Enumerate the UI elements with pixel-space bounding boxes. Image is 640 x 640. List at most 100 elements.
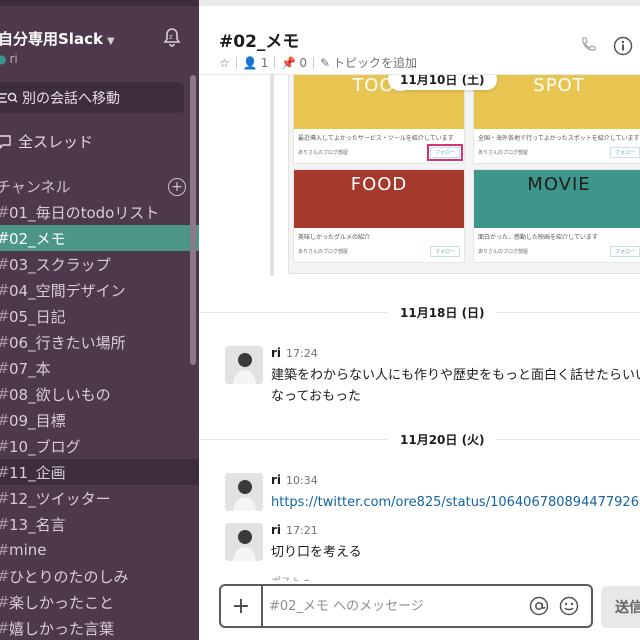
- channel-label: ひとりのたのしみ: [9, 567, 129, 586]
- message-link[interactable]: https://twitter.com/ore825/status/106406…: [271, 495, 640, 510]
- hash-icon: #: [0, 489, 10, 507]
- sidebar-channel-item[interactable]: #12_ツイッター: [0, 485, 199, 511]
- sidebar-channel-item[interactable]: #楽しかったこと: [0, 589, 199, 615]
- follow-button[interactable]: フォロー: [609, 246, 640, 257]
- user-status[interactable]: ● ri: [0, 52, 18, 66]
- mention-icon[interactable]: [529, 596, 549, 616]
- date-divider: 11月18日 (日): [199, 302, 640, 323]
- add-topic-link[interactable]: ✎ トピックを追加: [320, 54, 417, 71]
- sidebar-channel-item[interactable]: #13_名言: [0, 511, 199, 537]
- bell-icon[interactable]: z: [160, 26, 184, 50]
- message-text: https://twitter.com/ore825/status/106406…: [271, 492, 640, 513]
- jump-to-button[interactable]: 別の会話へ移動: [0, 82, 184, 113]
- message-composer: +: [219, 584, 593, 628]
- star-icon[interactable]: ☆: [219, 56, 230, 70]
- info-icon[interactable]: [613, 36, 633, 56]
- message-time[interactable]: 10:34: [286, 474, 318, 487]
- message-author[interactable]: ri: [271, 523, 281, 537]
- channel-title[interactable]: #02_メモ: [219, 27, 299, 52]
- divider: [235, 56, 237, 69]
- sidebar-channel-item[interactable]: #08_欲しいもの: [0, 381, 199, 407]
- sidebar-channel-item[interactable]: #09_目標: [0, 407, 199, 433]
- attach-button[interactable]: +: [221, 586, 263, 626]
- hash-icon: #: [0, 307, 10, 325]
- tile-author: ありさんのブログ部屋: [298, 249, 349, 255]
- send-button[interactable]: 送信: [601, 586, 640, 628]
- link-preview-card[interactable]: TOOL 最近導入してよかったサービス・ツールを紹介しています ありさんのブログ…: [270, 75, 640, 276]
- follow-button[interactable]: フォロー: [429, 246, 460, 257]
- message-time[interactable]: 17:21: [286, 524, 318, 537]
- avatar[interactable]: [225, 523, 263, 561]
- date-label[interactable]: 11月10日 (土): [388, 75, 497, 90]
- tile-label: MOVIE: [527, 174, 591, 195]
- channels-section-header[interactable]: チャンネル +: [0, 176, 186, 197]
- date-label[interactable]: 11月20日 (火): [388, 429, 497, 450]
- message-text: 切り口を考える: [271, 545, 362, 560]
- channel-label: 01_毎日のtodoリスト: [9, 203, 160, 222]
- message-header: ri 17:21: [271, 523, 318, 537]
- channel-label: 05_日記: [9, 307, 66, 326]
- channel-label: 09_目標: [9, 411, 66, 430]
- tile-author: ありさんのブログ部屋: [478, 150, 529, 156]
- message-input[interactable]: [269, 596, 519, 616]
- tile-author: ありさんのブログ部屋: [478, 249, 529, 255]
- workspace-name[interactable]: 自分専用Slack ▼: [0, 28, 115, 49]
- hash-icon: #: [0, 619, 10, 637]
- preview-tile: FOOD 美味しかったグルメの紹介 ありさんのブログ部屋 フォロー: [293, 169, 465, 263]
- app-window: 自分専用Slack ▼ z ● ri 別の会話へ移動 全スレッド チャンネル +…: [0, 0, 640, 640]
- sidebar-channel-item[interactable]: #02_メモ: [0, 225, 199, 251]
- avatar[interactable]: [225, 473, 263, 511]
- hash-icon: #: [0, 593, 10, 611]
- message-author[interactable]: ri: [271, 473, 281, 487]
- channel-label: 06_行きたい場所: [9, 333, 126, 352]
- message-author[interactable]: ri: [271, 346, 281, 360]
- add-topic-label: トピックを追加: [333, 56, 418, 70]
- hash-icon: #: [0, 203, 10, 221]
- sidebar-channel-item[interactable]: #嬉しかった言葉: [0, 615, 199, 640]
- message-text: 建築をわからない人にも作りや歴史をもっと面白く話せたらいいなっておもった: [271, 368, 640, 404]
- channel-meta: ☆ 👤 1 📌 0 ✎ トピックを追加: [219, 54, 417, 71]
- sidebar-channel-item[interactable]: #04_空間デザイン: [0, 277, 199, 303]
- members-value: 1: [260, 55, 269, 70]
- main-panel: #02_メモ ☆ 👤 1 📌 0 ✎ トピックを追加 TOOL 最近導入してよか…: [199, 0, 640, 640]
- add-channel-icon[interactable]: +: [168, 177, 186, 196]
- date-label[interactable]: 11月18日 (日): [388, 302, 497, 323]
- sidebar-channel-item[interactable]: #03_スクラップ: [0, 251, 199, 277]
- top-strip: [199, 0, 640, 6]
- channel-label: mine: [9, 541, 47, 559]
- follow-button[interactable]: フォロー: [426, 144, 464, 161]
- tile-label: FOOD: [350, 174, 408, 195]
- message-header: ri 10:34: [271, 473, 318, 487]
- sidebar-channel-item[interactable]: #11_企画: [0, 459, 199, 485]
- threads-icon: [0, 134, 11, 149]
- avatar[interactable]: [225, 346, 263, 384]
- post-hint[interactable]: ポスト ▾: [271, 573, 309, 581]
- pin-icon: 📌: [281, 55, 297, 70]
- follow-button[interactable]: フォロー: [609, 147, 640, 158]
- channel-list: #01_毎日のtodoリスト#02_メモ#03_スクラップ#04_空間デザイン#…: [0, 199, 199, 640]
- workspace-name-label: 自分専用Slack: [0, 30, 103, 48]
- pinned-count[interactable]: 📌 0: [281, 56, 307, 70]
- sidebar-channel-item[interactable]: #06_行きたい場所: [0, 329, 199, 355]
- message-header: ri 17:24: [271, 346, 318, 360]
- avatar-image: [225, 473, 263, 511]
- all-threads-label: 全スレッド: [18, 133, 94, 151]
- members-count[interactable]: 👤 1: [243, 56, 269, 70]
- emoji-icon[interactable]: [559, 596, 579, 616]
- all-threads-link[interactable]: 全スレッド: [0, 131, 93, 152]
- sidebar-channel-item[interactable]: #ひとりのたのしみ: [0, 563, 199, 589]
- pinned-value: 0: [299, 55, 307, 70]
- sidebar-channel-item[interactable]: #05_日記: [0, 303, 199, 329]
- channel-label: 03_スクラップ: [9, 255, 111, 274]
- phone-icon[interactable]: [579, 36, 597, 54]
- hash-icon: #: [0, 385, 10, 403]
- sidebar-channel-item[interactable]: #07_本: [0, 355, 199, 381]
- channel-label: 12_ツイッター: [9, 489, 111, 508]
- sidebar-channel-item[interactable]: #10_ブログ: [0, 433, 199, 459]
- sidebar-channel-item[interactable]: #01_毎日のtodoリスト: [0, 199, 199, 225]
- jump-to-icon: [0, 92, 18, 103]
- hash-icon: #: [0, 229, 10, 247]
- message-time[interactable]: 17:24: [286, 347, 318, 360]
- sidebar-scrollbar[interactable]: [190, 75, 196, 365]
- sidebar-channel-item[interactable]: #mine: [0, 537, 199, 563]
